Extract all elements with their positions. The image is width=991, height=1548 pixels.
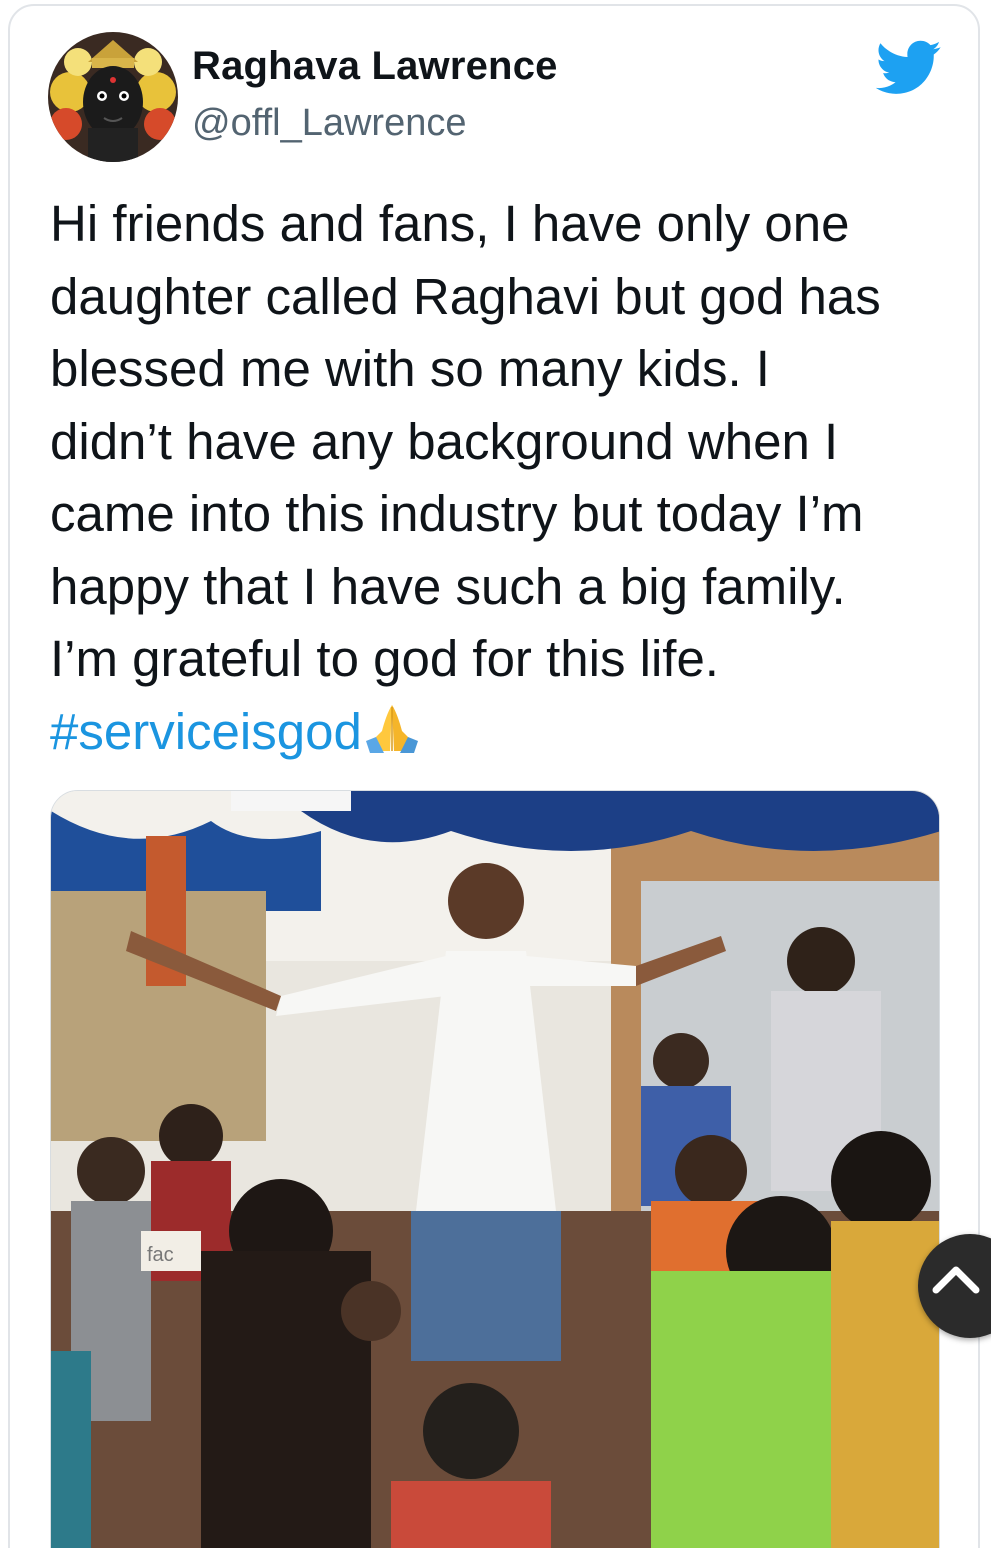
author-handle[interactable]: @offl_Lawrence [192, 102, 466, 145]
tweet-body: Hi friends and fans, I have only one dau… [50, 188, 950, 774]
twitter-bird-icon[interactable] [875, 40, 942, 96]
author-name[interactable]: Raghava Lawrence [192, 44, 558, 89]
tweet-text-line: I’m grateful to god for this life. [50, 630, 719, 687]
tweet-text-line: Hi friends and fans, I have only one [50, 195, 850, 252]
tweet-photo[interactable]: fac [50, 790, 940, 1548]
folded-hands-icon [362, 701, 422, 775]
chevron-up-icon [932, 1266, 980, 1294]
tweet-text-line: came into this industry but today I’m [50, 485, 864, 542]
author-avatar[interactable] [48, 32, 178, 162]
screenshot-page: Raghava Lawrence @offl_Lawrence Hi frien… [0, 0, 991, 1548]
photo-sign-text: fac [147, 1244, 174, 1266]
tweet-text-line: daughter called Raghavi but god has [50, 267, 881, 325]
tweet-text-line: blessed me with so many kids. I [50, 340, 770, 397]
tweet-text-line: didn’t have any background when I [50, 412, 839, 470]
tweet-text-line: happy that I have such a big family. [50, 557, 846, 615]
hashtag-line: #serviceisgod [50, 696, 950, 775]
hashtag-link[interactable]: #serviceisgod [50, 703, 362, 760]
